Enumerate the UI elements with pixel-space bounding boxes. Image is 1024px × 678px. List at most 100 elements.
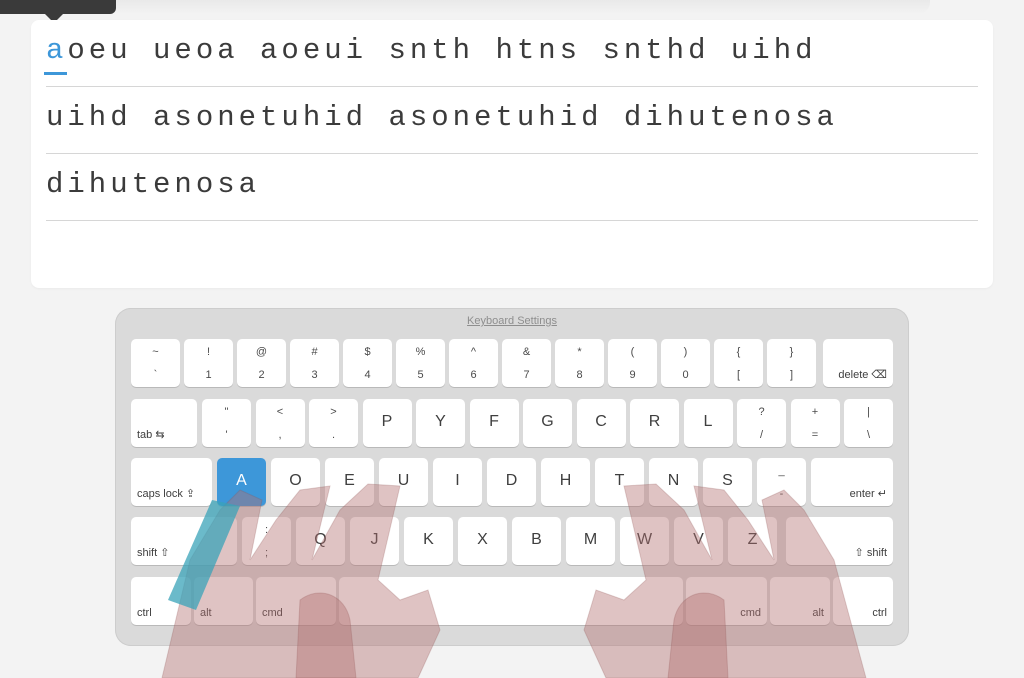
key-d[interactable]: D xyxy=(487,458,536,506)
key-shift-label: ! xyxy=(206,346,211,358)
lesson-line-2: uihd asonetuhid asonetuhid dihutenosa xyxy=(46,87,978,154)
right-ctrl-key-label: ctrl xyxy=(872,607,887,619)
key-m[interactable]: M xyxy=(566,517,615,565)
key-shift-label: " xyxy=(224,406,229,418)
key-r[interactable]: R xyxy=(630,399,679,447)
lesson-line-1-text: oeu ueoa aoeui snth htns snthd uihd xyxy=(67,34,817,67)
key-o[interactable]: O xyxy=(271,458,320,506)
key-x[interactable]: X xyxy=(458,517,507,565)
tooltip xyxy=(0,0,116,14)
key-q[interactable]: Q xyxy=(296,517,345,565)
key-shift-label: : xyxy=(264,524,269,536)
key-sym-11[interactable]: + = xyxy=(790,399,840,447)
key-y[interactable]: Y xyxy=(416,399,465,447)
spacebar[interactable] xyxy=(339,577,683,625)
key-label: A xyxy=(236,472,247,489)
key-label: H xyxy=(559,472,572,489)
key-shift-label: * xyxy=(577,346,582,358)
key-w[interactable]: W xyxy=(620,517,669,565)
left-ctrl-key-label: ctrl xyxy=(137,607,152,619)
key-label: N xyxy=(667,472,680,489)
left-cmd-key[interactable]: cmd xyxy=(256,577,336,625)
delete-key-label: delete ⌫ xyxy=(838,369,887,381)
right-shift-key[interactable]: ⇧ shift xyxy=(786,517,893,565)
key-base-label: ` xyxy=(153,369,158,381)
key-g[interactable]: G xyxy=(523,399,572,447)
left-alt-key[interactable]: alt xyxy=(194,577,253,625)
key-p[interactable]: P xyxy=(362,399,412,447)
key-shift-label: | xyxy=(867,406,870,418)
key-shift-label: + xyxy=(811,406,819,418)
key-base-label: 8 xyxy=(576,369,583,381)
key-f[interactable]: F xyxy=(469,399,519,447)
key-v[interactable]: V xyxy=(674,517,723,565)
current-character: a xyxy=(46,34,68,67)
key-a[interactable]: A xyxy=(217,458,266,506)
key-base-label: \ xyxy=(866,429,871,441)
key-sym-4[interactable]: $4 xyxy=(343,339,392,387)
key-sym-2[interactable]: @2 xyxy=(237,339,286,387)
key-label: X xyxy=(477,531,488,548)
key-n[interactable]: N xyxy=(649,458,698,506)
key-u[interactable]: U xyxy=(379,458,428,506)
key-base-label: 4 xyxy=(364,369,371,381)
key-j[interactable]: J xyxy=(350,517,399,565)
key-sym-12[interactable]: }] xyxy=(767,339,816,387)
key-s[interactable]: S xyxy=(703,458,752,506)
key-sym-10[interactable]: ) 0 xyxy=(661,339,710,387)
lesson-line-3: dihutenosa xyxy=(46,154,978,221)
key-shift-label: ~ xyxy=(152,346,159,358)
key-shift-label: % xyxy=(415,346,426,358)
key-label: Y xyxy=(435,413,446,430)
key-shift-label: _ xyxy=(778,465,785,477)
key-sym-1[interactable]: <, xyxy=(255,399,305,447)
key-sym-11[interactable]: {[ xyxy=(714,339,763,387)
key-label: F xyxy=(489,413,499,430)
key-z[interactable]: Z xyxy=(728,517,777,565)
right-cmd-key[interactable]: cmd xyxy=(686,577,767,625)
key-sym-0[interactable]: ~ ` xyxy=(131,339,180,387)
tab-key[interactable]: tab ⇆ xyxy=(131,399,197,447)
key-sym-6[interactable]: ^ 6 xyxy=(449,339,498,387)
key-sym-5[interactable]: % 5 xyxy=(396,339,445,387)
key-sym-10[interactable]: ? / xyxy=(737,399,786,447)
key-sym-8[interactable]: * 8 xyxy=(555,339,604,387)
key-sym-0[interactable]: " ' xyxy=(202,399,251,447)
key-base-label: / xyxy=(759,429,764,441)
key-label: S xyxy=(722,472,733,489)
key-label: D xyxy=(505,472,518,489)
right-ctrl-key[interactable]: ctrl xyxy=(833,577,893,625)
caps-lock-key[interactable]: caps lock ⇪ xyxy=(131,458,212,506)
key-t[interactable]: T xyxy=(595,458,644,506)
delete-key[interactable]: delete ⌫ xyxy=(823,339,893,387)
key-h[interactable]: H xyxy=(541,458,590,506)
key-c[interactable]: C xyxy=(576,399,626,447)
key-base-label: = xyxy=(811,429,819,441)
lesson-line-1: aoeu ueoa aoeui snth htns snthd uihd xyxy=(46,20,978,87)
keyboard-settings-link[interactable]: Keyboard Settings xyxy=(115,315,909,327)
key-i[interactable]: I xyxy=(433,458,482,506)
key-sym-1[interactable]: ! 1 xyxy=(184,339,233,387)
right-shift-key-label: ⇧ shift xyxy=(854,547,887,559)
key-shift-label: < xyxy=(276,406,284,418)
key-sym-0[interactable]: :; xyxy=(242,517,291,565)
key-e[interactable]: E xyxy=(325,458,374,506)
key-sym-2[interactable]: >. xyxy=(309,399,358,447)
enter-key[interactable]: enter ↵ xyxy=(811,458,893,506)
key-sym-9[interactable]: (9 xyxy=(608,339,657,387)
left-ctrl-key[interactable]: ctrl xyxy=(131,577,191,625)
left-alt-key-label: alt xyxy=(200,607,212,619)
key-shift-label: $ xyxy=(364,346,371,358)
key-shift-label: & xyxy=(522,346,531,358)
key-label: L xyxy=(703,413,713,430)
key-base-label: 3 xyxy=(311,369,318,381)
key-sym-3[interactable]: #3 xyxy=(290,339,339,387)
left-shift-key[interactable]: shift ⇧ xyxy=(131,517,237,565)
key-k[interactable]: K xyxy=(404,517,453,565)
key-sym-12[interactable]: | \ xyxy=(844,399,893,447)
key-sym-10[interactable]: _ - xyxy=(757,458,806,506)
right-alt-key[interactable]: alt xyxy=(770,577,830,625)
key-l[interactable]: L xyxy=(683,399,733,447)
key-b[interactable]: B xyxy=(512,517,561,565)
key-sym-7[interactable]: & 7 xyxy=(502,339,551,387)
